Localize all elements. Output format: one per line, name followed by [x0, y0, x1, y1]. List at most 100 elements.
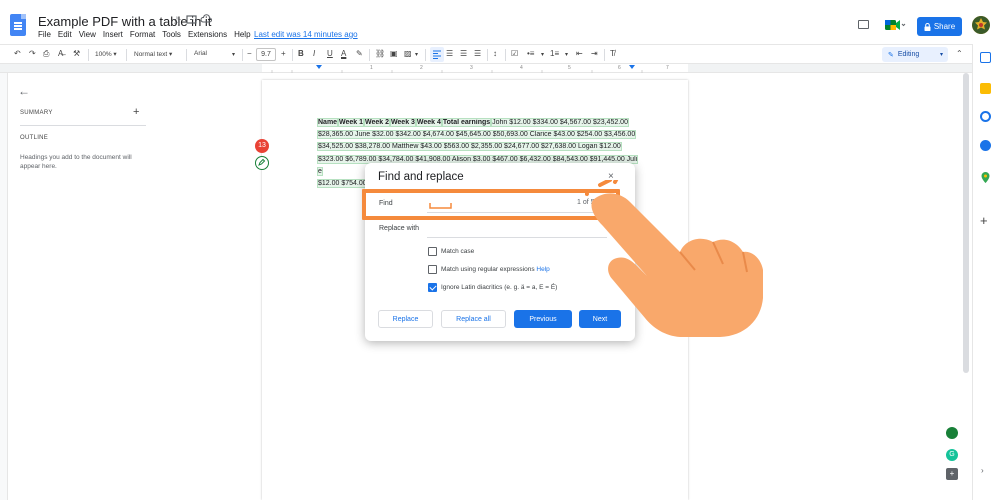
table-header: Name — [316, 118, 339, 127]
match-case-checkbox[interactable] — [428, 247, 437, 256]
spellcheck-icon[interactable]: A̶ — [58, 49, 63, 58]
regex-checkbox[interactable] — [428, 265, 437, 274]
lock-icon — [924, 22, 931, 31]
replace-all-button[interactable]: Replace all — [441, 310, 506, 328]
table-header: Week 2 — [363, 118, 390, 127]
line-spacing-icon[interactable]: ↕ — [493, 49, 497, 58]
add-addon-icon[interactable]: + — [980, 213, 988, 228]
bulleted-list-icon[interactable]: •≡ — [527, 49, 534, 58]
right-indent-marker[interactable] — [629, 65, 635, 69]
collapse-toolbar-icon[interactable]: ⌃ — [956, 49, 963, 58]
text-line: John $12.00 $334.00 $4,567.00 $23,452.00 — [491, 118, 629, 127]
contacts-icon[interactable] — [980, 140, 991, 151]
font-size-input[interactable]: 9.7 — [256, 48, 276, 61]
comment-history-icon[interactable] — [858, 20, 869, 29]
numbered-list-icon[interactable]: 1≡ — [550, 49, 559, 58]
highlight-frame — [362, 189, 620, 220]
menu-tools[interactable]: Tools — [162, 30, 181, 39]
horizontal-ruler[interactable]: 1 2 3 4 5 6 7 — [262, 64, 688, 73]
style-select[interactable]: Normal text ▾ — [134, 50, 172, 58]
underline-button[interactable]: U — [327, 49, 333, 58]
pointing-hand-icon — [585, 180, 763, 337]
menu-file[interactable]: File — [38, 30, 51, 39]
previous-button[interactable]: Previous — [514, 310, 572, 328]
highlight-color-icon[interactable]: ✎ — [356, 49, 363, 58]
grammar-assistant-icon[interactable] — [946, 427, 958, 439]
ruler-tick-label: 1 — [370, 65, 373, 71]
ruler-tick-label: 2 — [420, 65, 423, 71]
comment-count-badge[interactable]: 13 — [255, 139, 269, 153]
docs-logo-icon[interactable] — [10, 14, 26, 36]
suggest-edit-icon[interactable] — [255, 156, 269, 170]
share-label: Share — [933, 22, 956, 31]
ruler-tick-label: 4 — [520, 65, 523, 71]
regex-help-link[interactable]: Help — [536, 266, 549, 273]
ruler-tick-label: 6 — [618, 65, 621, 71]
menu-extensions[interactable]: Extensions — [188, 30, 227, 39]
menu-edit[interactable]: Edit — [58, 30, 72, 39]
formatting-toolbar: ↶ ↷ ⎙ A̶ ⚒ 100% ▾ Normal text ▾ Arial ▾ … — [0, 44, 972, 64]
explore-icon[interactable]: + — [946, 468, 958, 480]
increase-indent-icon[interactable]: ⇥ — [591, 49, 598, 58]
calendar-icon[interactable] — [980, 52, 991, 63]
decrease-indent-icon[interactable]: ⇤ — [576, 49, 583, 58]
outline-heading: OUTLINE — [20, 135, 49, 141]
undo-icon[interactable]: ↶ — [14, 49, 21, 58]
editing-mode-select[interactable]: ✎ Editing ▾ — [882, 47, 948, 62]
numbered-dropdown-icon[interactable]: ▾ — [565, 51, 568, 58]
align-center-icon[interactable]: ☰ — [446, 49, 453, 58]
insert-link-icon[interactable]: ⛓ — [375, 49, 385, 58]
grammarly-icon[interactable]: G — [946, 449, 958, 461]
avatar[interactable] — [972, 16, 990, 34]
italic-button[interactable]: I — [313, 49, 315, 58]
image-dropdown-icon[interactable]: ▾ — [415, 51, 418, 58]
last-edit-link[interactable]: Last edit was 14 minutes ago — [254, 30, 358, 39]
maps-icon[interactable] — [980, 170, 991, 183]
share-button[interactable]: Share — [917, 17, 962, 36]
text-line: $34,525.00 $38,278.00 Matthew $43.00 $56… — [317, 142, 622, 152]
cloud-status-icon[interactable] — [200, 14, 213, 27]
justify-icon[interactable]: ☰ — [474, 49, 481, 58]
diacritics-checkbox[interactable] — [428, 283, 437, 292]
ruler-tick-label: 5 — [568, 65, 571, 71]
align-left-button[interactable] — [430, 47, 444, 62]
replace-button[interactable]: Replace — [378, 310, 433, 328]
keep-icon[interactable] — [980, 83, 991, 94]
add-comment-icon[interactable]: ▣ — [390, 49, 398, 58]
menu-view[interactable]: View — [79, 30, 96, 39]
paint-format-icon[interactable]: ⚒ — [73, 49, 80, 58]
decrease-font-size-button[interactable]: − — [247, 49, 252, 58]
vertical-ruler[interactable] — [0, 73, 8, 500]
font-dropdown-icon[interactable]: ▾ — [232, 51, 235, 58]
table-header: Week 3 — [389, 118, 416, 127]
back-arrow-icon[interactable]: ← — [18, 84, 30, 98]
left-indent-marker[interactable] — [316, 65, 322, 69]
panel-divider — [20, 125, 146, 126]
bold-button[interactable]: B — [298, 49, 304, 58]
redo-icon[interactable]: ↷ — [29, 49, 36, 58]
font-select[interactable]: Arial — [194, 50, 207, 57]
scrollbar[interactable] — [963, 73, 969, 373]
move-folder-icon[interactable] — [186, 14, 197, 27]
summary-heading: SUMMARY — [20, 110, 53, 116]
print-icon[interactable]: ⎙ — [43, 49, 49, 59]
menu-insert[interactable]: Insert — [103, 30, 123, 39]
expand-panel-icon[interactable]: › — [981, 466, 984, 475]
text-line: $28,365.00 June $32.00 $342.00 $4,674.00… — [316, 130, 637, 140]
add-summary-button[interactable]: + — [133, 106, 139, 118]
align-right-icon[interactable]: ☰ — [460, 49, 467, 58]
replace-input[interactable] — [427, 222, 607, 238]
star-icon[interactable]: ☆ — [172, 14, 182, 27]
diacritics-label: Ignore Latin diacritics (e. g. ä = a, E … — [441, 284, 558, 291]
menu-format[interactable]: Format — [130, 30, 155, 39]
bullet-dropdown-icon[interactable]: ▾ — [541, 51, 544, 58]
menu-help[interactable]: Help — [234, 30, 250, 39]
meet-icon[interactable] — [884, 18, 906, 32]
insert-image-icon[interactable]: ▨ — [404, 49, 412, 58]
increase-font-size-button[interactable]: + — [281, 49, 286, 58]
text-color-button[interactable]: A — [341, 49, 346, 58]
zoom-select[interactable]: 100% ▾ — [95, 50, 117, 58]
tasks-icon[interactable] — [980, 111, 991, 122]
checklist-icon[interactable]: ☑ — [511, 49, 518, 58]
clear-formatting-icon[interactable]: T̸ — [610, 49, 615, 58]
